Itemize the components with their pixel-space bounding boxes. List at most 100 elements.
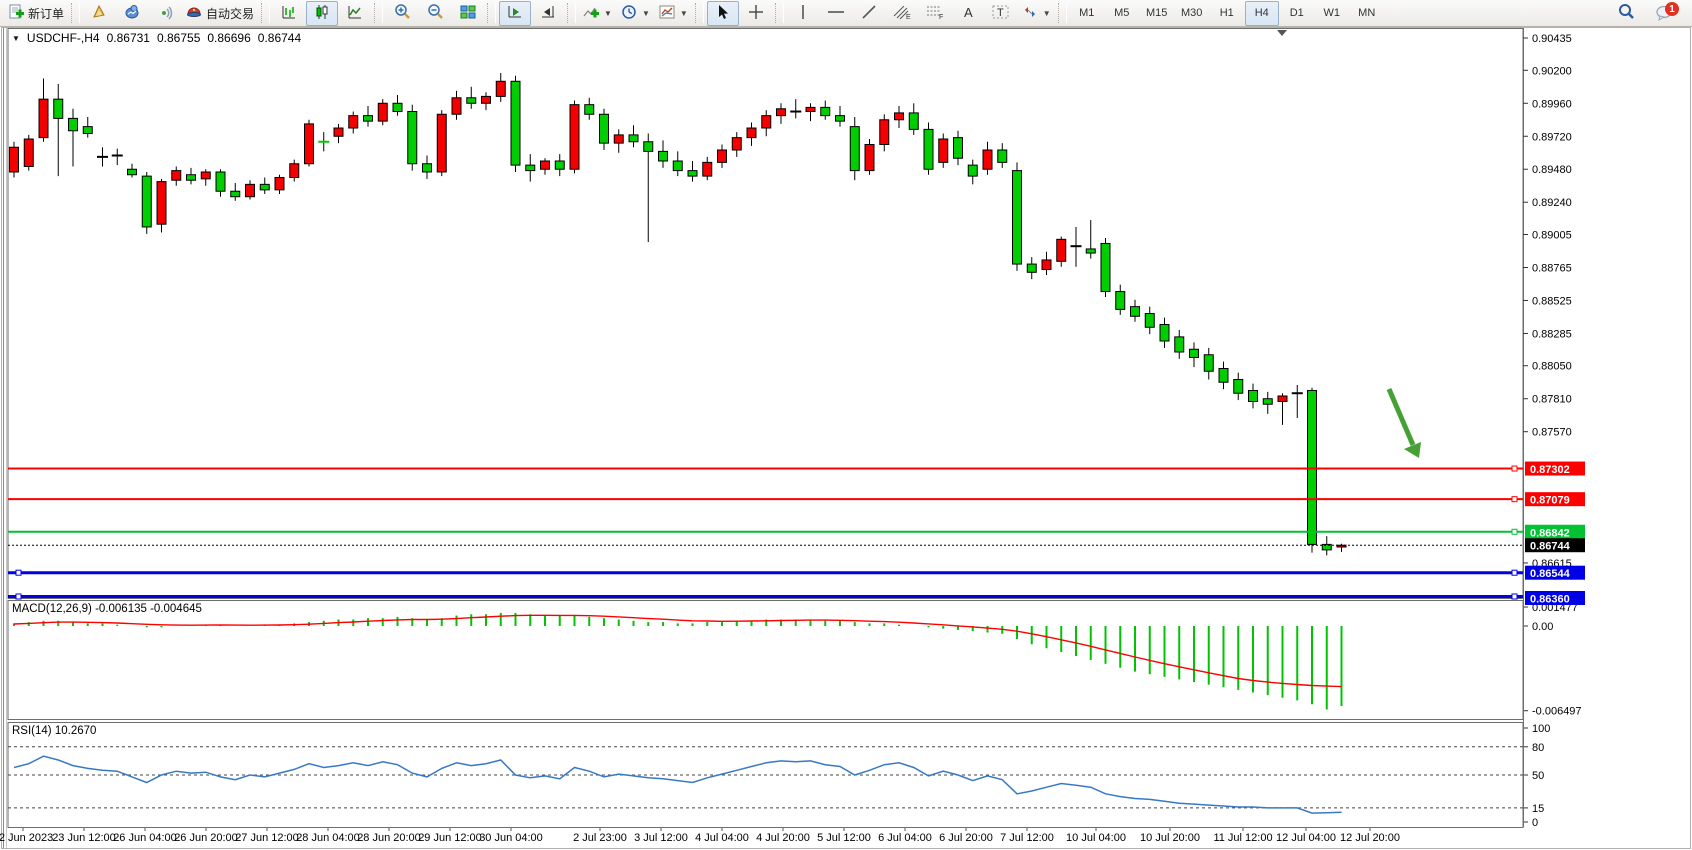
timeframe-h4-button[interactable]: H4 bbox=[1245, 1, 1279, 26]
macd-name: MACD(12,26,9) bbox=[12, 603, 92, 615]
periods-button[interactable]: ▼ bbox=[617, 1, 654, 26]
svg-text:0.86744: 0.86744 bbox=[1530, 541, 1571, 553]
svg-text:12 Jul 20:00: 12 Jul 20:00 bbox=[1340, 832, 1400, 844]
search-button[interactable] bbox=[1610, 1, 1642, 26]
metaeditor-button[interactable] bbox=[83, 1, 115, 26]
timeframe-m15-button[interactable]: M15 bbox=[1140, 1, 1174, 26]
svg-text:29 Jun 12:00: 29 Jun 12:00 bbox=[418, 832, 482, 844]
svg-text:50: 50 bbox=[1532, 770, 1544, 782]
timeframe-d1-button[interactable]: D1 bbox=[1280, 1, 1314, 26]
signals-button[interactable] bbox=[149, 1, 181, 26]
shift-marker-icon bbox=[1277, 30, 1287, 36]
high-value: 0.86755 bbox=[157, 31, 200, 45]
svg-text:0.87810: 0.87810 bbox=[1532, 394, 1572, 406]
chart-title[interactable]: ▼ USDCHF-,H4 0.86731 0.86755 0.86696 0.8… bbox=[12, 31, 301, 45]
svg-text:26 Jun 04:00: 26 Jun 04:00 bbox=[113, 832, 177, 844]
vertical-line-button[interactable] bbox=[787, 1, 819, 26]
auto-trading-icon bbox=[186, 4, 202, 23]
svg-text:0.88765: 0.88765 bbox=[1532, 262, 1572, 274]
toolbar: 新订单 自动交易 bbox=[0, 0, 1692, 27]
svg-text:27 Jun 12:00: 27 Jun 12:00 bbox=[235, 832, 299, 844]
horizontal-line-button[interactable] bbox=[820, 1, 852, 26]
timeframe-h1-button[interactable]: H1 bbox=[1210, 1, 1244, 26]
svg-text:0.90200: 0.90200 bbox=[1532, 65, 1572, 77]
annotation-arrow bbox=[1389, 389, 1421, 458]
chevron-down-icon: ▼ bbox=[680, 9, 688, 18]
zoom-in-button[interactable] bbox=[386, 1, 418, 26]
trendline-icon bbox=[861, 4, 877, 23]
fibonacci-button[interactable]: F bbox=[919, 1, 951, 26]
auto-trading-button[interactable]: 自动交易 bbox=[182, 1, 258, 26]
zoom-in-icon bbox=[394, 3, 411, 23]
notifications-button[interactable]: 1 bbox=[1648, 0, 1682, 26]
panel-frames bbox=[8, 29, 1523, 828]
bar-chart-button[interactable] bbox=[273, 1, 305, 26]
svg-text:10 Jul 20:00: 10 Jul 20:00 bbox=[1140, 832, 1200, 844]
chevron-down-icon: ▼ bbox=[642, 9, 650, 18]
timeframe-m30-button[interactable]: M30 bbox=[1175, 1, 1209, 26]
svg-text:0.87079: 0.87079 bbox=[1530, 495, 1570, 507]
svg-text:E: E bbox=[906, 14, 911, 20]
chart-shift-button[interactable] bbox=[532, 1, 564, 26]
candlestick-chart-button[interactable] bbox=[306, 1, 338, 26]
fibonacci-icon: F bbox=[926, 4, 944, 23]
text-label-button[interactable]: T bbox=[985, 1, 1017, 26]
svg-text:0.87302: 0.87302 bbox=[1530, 464, 1570, 476]
svg-text:0.88285: 0.88285 bbox=[1532, 328, 1572, 340]
timeframe-mn-button[interactable]: MN bbox=[1350, 1, 1384, 26]
svg-text:28 Jun 20:00: 28 Jun 20:00 bbox=[357, 832, 421, 844]
chart-canvas[interactable]: 0.0014770.00-0.00649710080501500.904350.… bbox=[0, 0, 1692, 850]
horizontal-line-icon bbox=[827, 4, 845, 23]
new-order-button[interactable]: 新订单 bbox=[4, 1, 68, 26]
auto-scroll-button[interactable] bbox=[499, 1, 531, 26]
macd-panel: 0.0014770.00-0.006497 bbox=[14, 602, 1582, 718]
svg-text:0.89720: 0.89720 bbox=[1532, 131, 1572, 143]
svg-text:0.88050: 0.88050 bbox=[1532, 361, 1572, 373]
crosshair-button[interactable] bbox=[740, 1, 772, 26]
equidistant-channel-button[interactable]: E bbox=[886, 1, 918, 26]
svg-text:23 Jun 12:00: 23 Jun 12:00 bbox=[52, 832, 116, 844]
new-order-label: 新订单 bbox=[28, 5, 64, 22]
text-icon: A bbox=[961, 4, 975, 23]
indicators-button[interactable]: ▼ bbox=[579, 1, 616, 26]
templates-button[interactable]: ▼ bbox=[655, 1, 692, 26]
svg-text:6 Jul 20:00: 6 Jul 20:00 bbox=[939, 832, 993, 844]
cursor-button[interactable] bbox=[707, 1, 739, 26]
timeframe-m5-button[interactable]: M5 bbox=[1105, 1, 1139, 26]
svg-text:22 Jun 2023: 22 Jun 2023 bbox=[0, 832, 53, 844]
svg-text:A: A bbox=[964, 5, 973, 20]
zoom-out-button[interactable] bbox=[419, 1, 451, 26]
svg-text:28 Jun 04:00: 28 Jun 04:00 bbox=[296, 832, 360, 844]
svg-text:6 Jul 04:00: 6 Jul 04:00 bbox=[878, 832, 932, 844]
svg-text:0.89480: 0.89480 bbox=[1532, 164, 1572, 176]
svg-text:12 Jul 04:00: 12 Jul 04:00 bbox=[1276, 832, 1336, 844]
chevron-down-icon: ▼ bbox=[1043, 9, 1051, 18]
svg-text:26 Jun 20:00: 26 Jun 20:00 bbox=[174, 832, 238, 844]
rsi-name: RSI(14) bbox=[12, 725, 52, 737]
svg-text:5 Jul 12:00: 5 Jul 12:00 bbox=[817, 832, 871, 844]
trendline-button[interactable] bbox=[853, 1, 885, 26]
bar-chart-icon bbox=[281, 4, 297, 23]
line-chart-button[interactable] bbox=[339, 1, 371, 26]
tile-windows-button[interactable] bbox=[452, 1, 484, 26]
svg-text:0.89005: 0.89005 bbox=[1532, 230, 1572, 242]
timeframe-w1-button[interactable]: W1 bbox=[1315, 1, 1349, 26]
toolbar-separator bbox=[261, 3, 270, 23]
text-button[interactable]: A bbox=[952, 1, 984, 26]
svg-text:-0.006497: -0.006497 bbox=[1532, 706, 1582, 718]
open-value: 0.86731 bbox=[107, 31, 150, 45]
timeframe-m1-button[interactable]: M1 bbox=[1070, 1, 1104, 26]
search-icon bbox=[1617, 3, 1635, 24]
candles bbox=[10, 73, 1347, 555]
vertical-line-icon bbox=[797, 4, 809, 23]
market-button[interactable] bbox=[116, 1, 148, 26]
svg-text:0.88525: 0.88525 bbox=[1532, 295, 1572, 307]
arrows-button[interactable]: ▼ bbox=[1018, 1, 1055, 26]
signals-icon bbox=[157, 4, 173, 23]
toolbar-separator bbox=[71, 3, 80, 23]
tile-windows-icon bbox=[460, 4, 476, 23]
collapse-triangle-icon[interactable]: ▼ bbox=[12, 34, 20, 43]
auto-scroll-icon bbox=[507, 4, 523, 23]
svg-text:80: 80 bbox=[1532, 742, 1544, 754]
svg-text:2 Jul 23:00: 2 Jul 23:00 bbox=[573, 832, 627, 844]
